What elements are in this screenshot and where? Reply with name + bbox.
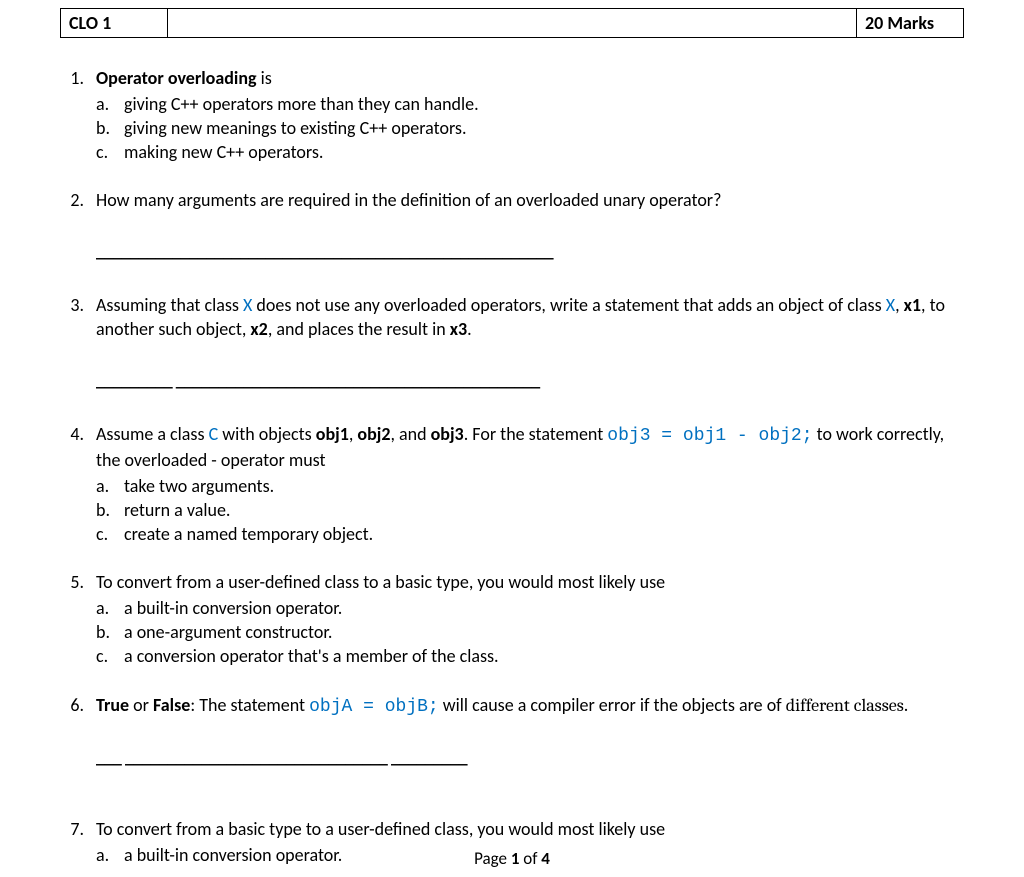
text-bold: False (153, 694, 190, 716)
question-text: To convert from a basic type to a user-d… (96, 817, 964, 841)
answer-blank: ___ _______________________________ ____… (96, 745, 964, 769)
term-bold: Operator overloading (96, 67, 257, 89)
text-alt: different classes (786, 695, 904, 716)
option-letter: c. (96, 644, 124, 668)
question-body: To convert from a user-defined class to … (96, 570, 964, 668)
answer-blank: ________________________________________… (96, 239, 964, 263)
var-name: obj2 (357, 423, 390, 445)
question-1: 1. Operator overloading is a. giving C++… (64, 66, 964, 164)
exam-page: CLO 1 20 Marks 1. Operator overloading i… (0, 0, 1024, 867)
option-c: c. making new C++ operators. (96, 140, 964, 164)
question-text: Operator overloading is (96, 66, 964, 90)
option-a: a. take two arguments. (96, 474, 964, 498)
question-number: 4. (64, 422, 96, 546)
question-body: How many arguments are required in the d… (96, 188, 964, 265)
text: . (904, 694, 909, 716)
question-text: To convert from a user-defined class to … (96, 570, 964, 594)
question-2: 2. How many arguments are required in th… (64, 188, 964, 265)
question-number: 3. (64, 293, 96, 394)
question-body: Assuming that class X does not use any o… (96, 293, 964, 394)
question-body: Assume a class C with objects obj1, obj2… (96, 422, 964, 546)
question-4: 4. Assume a class C with objects obj1, o… (64, 422, 964, 546)
option-letter: a. (96, 596, 124, 620)
text: , (895, 294, 904, 316)
question-text: Assume a class C with objects obj1, obj2… (96, 422, 964, 473)
option-letter: b. (96, 498, 124, 522)
option-text: return a value. (124, 498, 230, 522)
code-inline: objA = objB; (309, 697, 439, 717)
question-3: 3. Assuming that class X does not use an… (64, 293, 964, 394)
question-body: Operator overloading is a. giving C++ op… (96, 66, 964, 164)
option-text: create a named temporary object. (124, 522, 373, 546)
option-text: take two arguments. (124, 474, 274, 498)
text: Assume a class (96, 423, 209, 445)
option-c: c. a conversion operator that's a member… (96, 644, 964, 668)
question-number: 5. (64, 570, 96, 668)
header-marks: 20 Marks (856, 8, 964, 38)
text: , and (390, 423, 430, 445)
header-clo: CLO 1 (60, 8, 168, 38)
question-number: 1. (64, 66, 96, 164)
text: : The statement (190, 694, 309, 716)
question-text: True or False: The statement objA = objB… (96, 693, 964, 719)
option-c: c. create a named temporary object. (96, 522, 964, 546)
text: . For the statement (464, 423, 608, 445)
option-b: b. return a value. (96, 498, 964, 522)
option-text: making new C++ operators. (124, 140, 323, 164)
option-letter: c. (96, 140, 124, 164)
footer-text: Page (474, 848, 511, 869)
text: Assuming that class (96, 294, 243, 316)
question-text: How many arguments are required in the d… (96, 188, 964, 212)
text: . (467, 318, 472, 340)
option-text: giving C++ operators more than they can … (124, 92, 479, 116)
options: a. a built-in conversion operator. b. a … (96, 596, 964, 669)
option-letter: b. (96, 116, 124, 140)
header-spacer (168, 8, 856, 38)
option-text: giving new meanings to existing C++ oper… (124, 116, 467, 140)
option-letter: c. (96, 522, 124, 546)
option-letter: a. (96, 474, 124, 498)
question-text: Assuming that class X does not use any o… (96, 293, 964, 342)
text: does not use any overloaded operators, w… (252, 294, 885, 316)
var-name: obj1 (316, 423, 349, 445)
options: a. take two arguments. b. return a value… (96, 474, 964, 547)
var-name: obj3 (431, 423, 464, 445)
text: with objects (218, 423, 316, 445)
option-b: b. a one-argument constructor. (96, 620, 964, 644)
var-name: x1 (904, 294, 921, 316)
var-name: x3 (450, 318, 467, 340)
option-b: b. giving new meanings to existing C++ o… (96, 116, 964, 140)
question-number: 6. (64, 693, 96, 772)
page-total: 4 (541, 848, 550, 869)
text: or (129, 694, 153, 716)
option-text: a conversion operator that's a member of… (124, 644, 499, 668)
option-a: a. giving C++ operators more than they c… (96, 92, 964, 116)
option-text: a one-argument constructor. (124, 620, 332, 644)
answer-blank: _________ ______________________________… (96, 368, 964, 392)
class-name: X (886, 294, 895, 316)
code-inline: obj3 = obj1 - obj2; (607, 426, 812, 446)
class-name: C (209, 423, 219, 445)
option-letter: b. (96, 620, 124, 644)
text: will cause a compiler error if the objec… (439, 694, 786, 716)
page-footer: Page 1 of 4 (0, 848, 1024, 871)
option-a: a. a built-in conversion operator. (96, 596, 964, 620)
option-text: a built-in conversion operator. (124, 596, 342, 620)
question-6: 6. True or False: The statement objA = o… (64, 693, 964, 772)
text: is (257, 67, 272, 89)
options: a. giving C++ operators more than they c… (96, 92, 964, 165)
question-number: 2. (64, 188, 96, 265)
header-box: CLO 1 20 Marks (60, 8, 964, 38)
class-name: X (243, 294, 252, 316)
text: , and places the result in (268, 318, 450, 340)
text-bold: True (96, 694, 129, 716)
question-body: True or False: The statement objA = objB… (96, 693, 964, 772)
option-letter: a. (96, 92, 124, 116)
question-list: 1. Operator overloading is a. giving C++… (64, 66, 964, 867)
footer-text: of (519, 848, 541, 869)
var-name: x2 (250, 318, 267, 340)
question-5: 5. To convert from a user-defined class … (64, 570, 964, 668)
